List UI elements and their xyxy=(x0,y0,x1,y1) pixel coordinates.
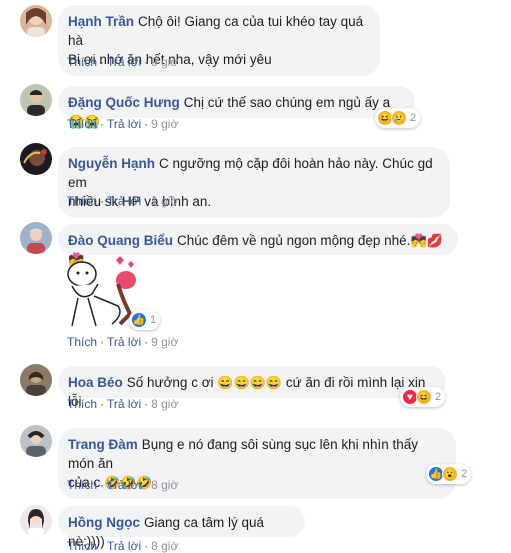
commenter-name[interactable]: Đặng Quốc Hưng xyxy=(68,95,180,110)
comment-emoji: 😄😄😄😄 xyxy=(217,375,283,390)
comment-actions: Thích · Trả lời · 1 giờ xyxy=(67,194,179,208)
timestamp[interactable]: 8 giờ xyxy=(151,539,178,553)
timestamp[interactable]: 9 giờ xyxy=(151,117,178,131)
like-link[interactable]: Thích xyxy=(67,397,97,411)
comment-actions: Thích · Trả lời · 8 giờ xyxy=(67,397,179,411)
reaction-summary[interactable]: 👍 1 xyxy=(129,310,161,330)
reply-link[interactable]: Trả lời xyxy=(107,539,141,553)
haha-reaction-icon: 😆 xyxy=(416,389,432,405)
like-link[interactable]: Thích xyxy=(67,478,97,492)
comment-text: Số hưởng c ơi xyxy=(126,375,214,390)
timestamp[interactable]: 9 giờ xyxy=(151,55,178,69)
comment-bubble: Đào Quang Biểu Chúc đêm về ngủ ngon mộng … xyxy=(58,224,458,267)
reply-link[interactable]: Trả lời xyxy=(107,397,141,411)
reply-link[interactable]: Trả lời xyxy=(107,194,141,208)
comment-bubble: Đặng Quốc Hưng Chị cứ thế sao chúng em ng… xyxy=(58,86,415,129)
like-link[interactable]: Thích xyxy=(67,55,97,69)
like-link[interactable]: Thích xyxy=(67,539,97,553)
commenter-name[interactable]: Nguyễn Hạnh xyxy=(68,156,155,171)
reaction-summary[interactable]: 😆 😢 2 xyxy=(375,108,421,128)
sad-reaction-icon: 😢 xyxy=(391,110,407,126)
commenter-name[interactable]: Trang Đàm xyxy=(68,437,138,452)
wow-reaction-icon: 😮 xyxy=(442,466,458,482)
timestamp[interactable]: 9 giờ xyxy=(151,335,178,349)
commenter-name[interactable]: Hạnh Trần xyxy=(68,14,134,29)
avatar[interactable] xyxy=(20,222,52,254)
avatar[interactable] xyxy=(20,5,52,37)
comment-actions: Thích · Trả lời · 8 giờ xyxy=(67,539,179,553)
like-link[interactable]: Thích xyxy=(67,117,97,131)
reply-link[interactable]: Trả lời xyxy=(107,55,141,69)
reaction-summary[interactable]: ♥ 😆 2 xyxy=(400,387,446,407)
timestamp[interactable]: 8 giờ xyxy=(151,478,178,492)
like-link[interactable]: Thích xyxy=(67,194,97,208)
reaction-count: 2 xyxy=(461,468,468,480)
commenter-name[interactable]: Hồng Ngọc xyxy=(68,515,140,530)
avatar[interactable] xyxy=(20,505,52,537)
comment-bubble: Hồng Ngọc Giang ca tâm lý quá nè:)))) xyxy=(58,506,305,549)
like-link[interactable]: Thích xyxy=(67,335,97,349)
comment-actions: Thích · Trả lời · 9 giờ xyxy=(67,55,179,69)
avatar[interactable] xyxy=(20,143,52,175)
reply-link[interactable]: Trả lời xyxy=(107,117,141,131)
reaction-count: 2 xyxy=(435,391,442,403)
like-reaction-icon: 👍 xyxy=(131,312,147,328)
timestamp[interactable]: 8 giờ xyxy=(151,397,178,411)
commenter-name[interactable]: Hoa Béo xyxy=(68,375,123,390)
comment-text: Chúc đêm về ngủ ngon mộng đẹp nhé. xyxy=(177,233,411,248)
comment-text: Chị cứ thế sao chúng em ngủ ấy ạ xyxy=(183,95,391,110)
avatar[interactable] xyxy=(20,425,52,457)
comment-bubble: Hoa Béo Số hưởng c ơi 😄😄😄😄 cứ ăn đi rồi m… xyxy=(58,366,446,409)
commenter-name[interactable]: Đào Quang Biểu xyxy=(68,233,173,248)
comment-actions: Thích · Trả lời · 9 giờ xyxy=(67,335,179,349)
comment-actions: Thích · Trả lời · 9 giờ xyxy=(67,117,179,131)
reaction-count: 2 xyxy=(410,112,417,124)
reply-link[interactable]: Trả lời xyxy=(107,335,141,349)
reaction-summary[interactable]: 👍 😮 2 xyxy=(426,464,472,484)
avatar[interactable] xyxy=(20,364,52,396)
avatar[interactable] xyxy=(20,84,52,116)
reaction-count: 1 xyxy=(150,314,157,326)
comment-actions: Thích · Trả lời · 8 giờ xyxy=(67,478,179,492)
reply-link[interactable]: Trả lời xyxy=(107,478,141,492)
timestamp[interactable]: 1 giờ xyxy=(151,194,178,208)
